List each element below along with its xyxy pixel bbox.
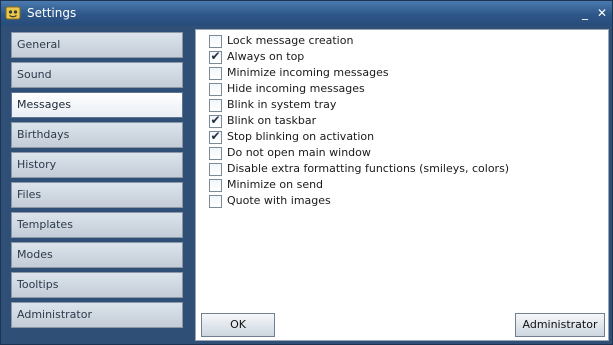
check-icon [210,177,221,190]
option-label: Disable extra formatting functions (smil… [227,162,510,175]
option-label: Lock message creation [227,34,354,47]
checkbox[interactable] [209,67,222,80]
checkbox[interactable]: ✔ [209,129,222,144]
check-icon [210,193,221,206]
checkbox[interactable] [209,147,222,160]
sidebar-item-messages[interactable]: Messages [11,92,183,118]
sidebar-item-tooltips[interactable]: Tooltips [11,272,183,298]
checkbox[interactable] [209,195,222,208]
option-label: Stop blinking on activation [227,130,375,143]
check-icon [210,145,221,158]
option-label: Quote with images [227,194,331,207]
sidebar-item-modes[interactable]: Modes [11,242,183,268]
window-title: Settings [27,6,77,20]
check-icon: ✔ [210,113,221,127]
option-label: Do not open main window [227,146,371,159]
checkbox[interactable] [209,83,222,96]
checkbox[interactable] [209,35,222,48]
ok-button[interactable]: OK [201,313,275,337]
option-label: Hide incoming messages [227,82,365,95]
sidebar-item-sound[interactable]: Sound [11,62,183,88]
sidebar-item-general[interactable]: General [11,32,183,58]
sidebar-item-templates[interactable]: Templates [11,212,183,238]
check-icon [210,97,221,110]
settings-window: Settings _ ✕ General Sound Messages Birt… [0,0,613,345]
option-label: Blink in system tray [227,98,337,111]
option-label: Minimize incoming messages [227,66,389,79]
sidebar-item-files[interactable]: Files [11,182,183,208]
sidebar-item-administrator[interactable]: Administrator [11,302,183,328]
checkbox[interactable] [209,163,222,176]
messages-settings-panel: Lock message creation ✔ Always on top Mi… [195,29,609,341]
sidebar-item-history[interactable]: History [11,152,183,178]
title-bar[interactable]: Settings _ ✕ [1,1,612,26]
check-icon [210,65,221,78]
checkbox[interactable] [209,99,222,112]
check-icon [210,33,221,46]
option-label: Blink on taskbar [227,114,317,127]
check-icon [210,81,221,94]
checkbox[interactable]: ✔ [209,113,222,128]
administrator-button[interactable]: Administrator [515,313,605,337]
option-label: Always on top [227,50,305,63]
settings-app-icon [5,6,21,20]
sidebar-item-birthdays[interactable]: Birthdays [11,122,183,148]
checkbox[interactable] [209,179,222,192]
minimize-icon[interactable]: _ [578,6,592,20]
close-icon[interactable]: ✕ [595,6,609,20]
sidebar: General Sound Messages Birthdays History… [7,29,189,341]
check-icon: ✔ [210,129,221,143]
check-icon: ✔ [210,49,221,63]
option-label: Minimize on send [227,178,324,191]
checkbox[interactable]: ✔ [209,49,222,64]
check-icon [210,161,221,174]
